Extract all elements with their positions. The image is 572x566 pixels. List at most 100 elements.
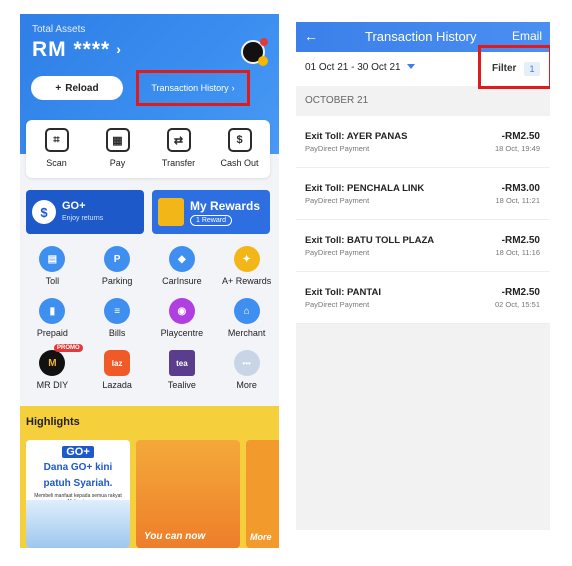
quick-action-label: Scan: [46, 158, 67, 168]
service-playcentre[interactable]: ◉ Playcentre: [150, 298, 215, 350]
service-lazada[interactable]: laz Lazada: [85, 350, 150, 402]
service-label: MR DIY: [36, 380, 69, 390]
plus-icon: +: [55, 82, 62, 94]
service-label: Prepaid: [36, 328, 68, 338]
my-rewards-title: My Rewards: [190, 199, 261, 213]
service-label: Merchant: [227, 328, 266, 338]
mr-diy-logo-icon: M: [39, 350, 66, 376]
quick-action-label: Cash Out: [220, 158, 259, 168]
filter-bar: 01 Oct 21 - 30 Oct 21 Filter 1: [296, 45, 550, 89]
phone-prepaid-icon: ▮: [39, 298, 66, 324]
transaction-history-label: Transaction History: [151, 83, 229, 93]
quick-action-label: Pay: [109, 158, 126, 168]
filter-count-badge: 1: [524, 62, 540, 76]
card-title-line: patuh Syariah.: [43, 478, 113, 489]
transaction-name: Exit Toll: PANTAI: [305, 287, 381, 298]
transaction-time: 18 Oct, 11:16: [495, 248, 540, 257]
balance-display[interactable]: RM **** ›: [32, 38, 122, 62]
reload-label: Reload: [65, 82, 99, 94]
service-mr-diy[interactable]: PROMO M MR DIY: [20, 344, 85, 402]
service-label: Toll: [45, 276, 60, 286]
service-label: More: [236, 380, 257, 390]
balance-value: RM ****: [32, 38, 111, 61]
service-a-plus-rewards[interactable]: ✦ A+ Rewards: [214, 246, 279, 298]
promo-image: [26, 500, 130, 548]
transaction-history-link[interactable]: Transaction History ›: [136, 70, 250, 106]
cash-out-icon: $: [227, 128, 252, 152]
caret-down-icon: [406, 64, 415, 69]
my-rewards-card[interactable]: My Rewards 1 Reward: [152, 190, 270, 234]
quick-action-transfer[interactable]: ⇄ Transfer: [148, 120, 209, 178]
transaction-row[interactable]: Exit Toll: PENCHALA LINK PayDirect Payme…: [296, 168, 550, 220]
service-label: Bills: [108, 328, 126, 338]
total-assets-label: Total Assets: [32, 24, 86, 35]
quick-action-cash-out[interactable]: $ Cash Out: [209, 120, 270, 178]
transaction-time: 02 Oct, 15:51: [494, 300, 540, 309]
reload-button[interactable]: + Reload: [31, 76, 123, 100]
page-title: Transaction History: [365, 29, 477, 44]
highlight-card-mr-diy[interactable]: You can now: [136, 440, 240, 548]
scan-icon: ⌗: [44, 128, 69, 152]
card-title-line: Dana GO+ kini: [43, 462, 113, 473]
tealive-logo-icon: tea: [168, 350, 195, 376]
services-row: PROMO M MR DIY laz Lazada tea Tealive ••…: [20, 344, 279, 402]
car-insurance-icon: ◆: [168, 246, 195, 272]
service-carinsure[interactable]: ◆ CarInsure: [150, 246, 215, 298]
highlights-title: Highlights: [26, 416, 80, 428]
rewards-count-badge: 1 Reward: [190, 215, 232, 226]
quick-action-pay[interactable]: ▦ Pay: [87, 120, 148, 178]
chevron-right-icon: ›: [116, 41, 122, 57]
month-header: OCTOBER 21: [305, 95, 369, 106]
go-plus-card[interactable]: $ GO+ Enjoy returns: [26, 190, 144, 234]
highlight-card-more[interactable]: More: [246, 440, 279, 548]
quick-action-scan[interactable]: ⌗ Scan: [26, 120, 87, 178]
go-plus-subtitle: Enjoy returns: [62, 215, 104, 222]
service-label: A+ Rewards: [221, 276, 272, 286]
transaction-type: PayDirect Payment: [305, 300, 370, 309]
transaction-row[interactable]: Exit Toll: PANTAI PayDirect Payment -RM2…: [296, 272, 550, 324]
transaction-name: Exit Toll: AYER PANAS: [305, 131, 408, 142]
transaction-amount: -RM3.00: [501, 183, 540, 194]
chevron-right-icon: ›: [231, 83, 235, 93]
email-button[interactable]: Email: [512, 29, 542, 43]
service-label: Playcentre: [160, 328, 204, 338]
avatar[interactable]: [241, 38, 268, 66]
highlights-section: Highlights GO+ Dana GO+ kini patuh Syari…: [20, 406, 279, 548]
service-tealive[interactable]: tea Tealive: [150, 350, 215, 402]
service-label: CarInsure: [162, 276, 202, 286]
service-bills[interactable]: ≡ Bills: [85, 298, 150, 350]
service-toll[interactable]: ▤ Toll: [20, 246, 85, 298]
filter-button[interactable]: Filter: [492, 63, 516, 74]
service-more[interactable]: ••• More: [214, 350, 279, 402]
transaction-history-screen: ← Transaction History Email 01 Oct 21 - …: [296, 22, 550, 530]
services-row: ▮ Prepaid ≡ Bills ◉ Playcentre ⌂ Merchan…: [20, 298, 279, 350]
back-arrow-icon[interactable]: ←: [304, 28, 318, 44]
transaction-type: PayDirect Payment: [305, 248, 370, 257]
gamepad-icon: ◉: [168, 298, 195, 324]
transaction-name: Exit Toll: PENCHALA LINK: [305, 183, 425, 194]
promo-badge: PROMO: [54, 344, 83, 352]
transaction-row[interactable]: Exit Toll: AYER PANAS PayDirect Payment …: [296, 116, 550, 168]
parking-icon: P: [104, 246, 131, 272]
transaction-amount: -RM2.50: [501, 131, 540, 142]
service-label: Lazada: [102, 380, 132, 390]
service-prepaid[interactable]: ▮ Prepaid: [20, 298, 85, 350]
service-merchant[interactable]: ⌂ Merchant: [214, 298, 279, 350]
highlight-card-go-plus[interactable]: GO+ Dana GO+ kini patuh Syariah. Membeli…: [26, 440, 130, 548]
transaction-row[interactable]: Exit Toll: BATU TOLL PLAZA PayDirect Pay…: [296, 220, 550, 272]
quick-action-label: Transfer: [161, 158, 196, 168]
service-parking[interactable]: P Parking: [85, 246, 150, 298]
notification-dot: [260, 38, 268, 46]
service-label: Parking: [101, 276, 133, 286]
transfer-icon: ⇄: [166, 128, 191, 152]
qr-icon: ▦: [105, 128, 130, 152]
go-plus-logo: GO+: [62, 446, 94, 458]
transaction-list: Exit Toll: AYER PANAS PayDirect Payment …: [296, 116, 550, 324]
bills-icon: ≡: [104, 298, 131, 324]
dollar-coin-icon: $: [32, 200, 56, 224]
wallet-home-screen: Total Assets RM **** › + Reload Transacti…: [20, 14, 279, 548]
date-range-selector[interactable]: 01 Oct 21 - 30 Oct 21: [305, 62, 415, 73]
card-text: You can now: [144, 531, 206, 542]
rewards-icon: ✦: [233, 246, 260, 272]
more-dots-icon: •••: [233, 350, 260, 376]
